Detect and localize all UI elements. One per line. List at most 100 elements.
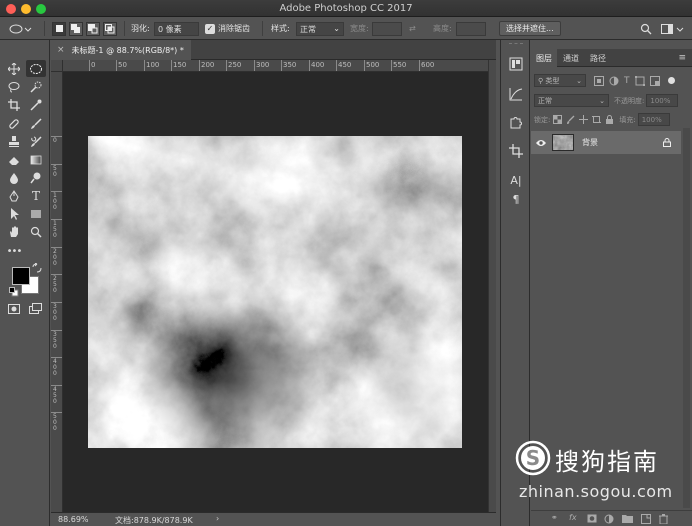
vertical-scrollbar[interactable]	[488, 60, 496, 512]
filter-kind-label-wrap: ⚲ 类型	[538, 76, 559, 86]
status-menu-arrow-icon[interactable]: ›	[216, 514, 219, 523]
layer-name[interactable]: 背景	[582, 137, 598, 148]
paragraph-panel-button[interactable]: ¶	[506, 189, 526, 209]
panel-menu-icon[interactable]: ≡	[678, 53, 686, 63]
new-layer-icon[interactable]	[641, 514, 651, 524]
width-label: 宽度:	[350, 24, 369, 33]
close-tab-icon[interactable]: ×	[57, 45, 65, 55]
opacity-input[interactable]: 100%	[646, 94, 679, 107]
width-input[interactable]	[372, 21, 402, 36]
default-colors-icon[interactable]	[9, 287, 19, 297]
arrow-pointer-icon	[11, 207, 19, 220]
rectangle-tool[interactable]	[26, 205, 46, 222]
tab-paths[interactable]: 路径	[585, 49, 611, 67]
zoom-tool[interactable]	[26, 223, 46, 240]
lock-artboard-icon[interactable]	[592, 115, 602, 124]
add-to-selection-button[interactable]	[69, 21, 83, 36]
filter-pixel-icon[interactable]	[594, 75, 604, 86]
add-mask-icon[interactable]	[587, 514, 597, 523]
ruler-tick-label: 600	[421, 61, 435, 69]
zoom-level[interactable]: 88.69%	[58, 515, 89, 524]
swap-width-height-icon[interactable]: ⇄	[409, 24, 416, 33]
search-icon[interactable]	[640, 23, 652, 35]
move-tool[interactable]	[4, 60, 24, 77]
type-tool[interactable]: T	[26, 187, 46, 204]
crop-icon	[8, 98, 20, 111]
pen-tool[interactable]	[4, 187, 24, 204]
filter-type-icon[interactable]: T	[624, 76, 630, 86]
fx-icon[interactable]: fx	[569, 513, 577, 522]
strip-grip[interactable]	[509, 43, 523, 46]
gradient-tool[interactable]	[26, 151, 46, 168]
hand-tool[interactable]	[4, 223, 24, 240]
intersect-selection-button[interactable]	[103, 21, 117, 36]
tab-layers[interactable]: 图层	[531, 49, 557, 67]
lock-all-icon[interactable]	[605, 115, 614, 124]
document-tab[interactable]: × 未标题-1 @ 88.7%(RGB/8*) *	[51, 40, 191, 60]
elliptical-marquee-tool[interactable]	[26, 60, 46, 77]
rectangle-icon	[31, 209, 41, 218]
brush-tool[interactable]	[26, 115, 46, 132]
link-layers-icon[interactable]: ⚭	[551, 513, 558, 522]
select-and-mask-button[interactable]: 选择并遮住...	[499, 21, 561, 36]
feather-label: 羽化:	[131, 24, 150, 33]
layer-row-background[interactable]: 背景	[531, 131, 681, 154]
lock-transparent-icon[interactable]	[553, 115, 563, 124]
libraries-panel-button[interactable]	[506, 54, 526, 74]
antialias-checkbox-group[interactable]: ✓ 消除锯齿	[205, 21, 250, 36]
new-group-icon[interactable]	[622, 514, 633, 523]
healing-brush-tool[interactable]	[4, 115, 24, 132]
ruler-tick-label: 100	[53, 192, 57, 211]
antialias-checkbox[interactable]: ✓	[205, 23, 215, 34]
canvas-workspace[interactable]	[63, 72, 488, 512]
lock-position-icon[interactable]	[579, 115, 589, 124]
edit-toolbar-button[interactable]: •••	[4, 243, 24, 260]
lasso-tool[interactable]	[4, 78, 24, 95]
tool-preset-picker[interactable]	[8, 21, 32, 36]
filter-toggle-icon[interactable]	[667, 77, 675, 84]
document-canvas[interactable]	[88, 136, 462, 448]
filter-shape-icon[interactable]	[634, 75, 645, 86]
adjustment-layer-icon[interactable]	[604, 514, 614, 524]
layer-filter-kind-select[interactable]: ⚲ 类型 ⌄	[534, 74, 586, 87]
lock-image-icon[interactable]	[566, 115, 575, 124]
crop-panel-button[interactable]	[506, 141, 526, 161]
new-selection-button[interactable]	[52, 21, 66, 36]
clone-stamp-tool[interactable]	[4, 133, 24, 150]
curves-panel-button[interactable]	[506, 84, 526, 104]
dodge-icon	[30, 172, 41, 183]
stamp-icon	[9, 135, 19, 147]
tab-channels[interactable]: 通道	[558, 49, 584, 67]
quick-mask-button[interactable]	[4, 300, 24, 317]
quick-selection-tool[interactable]	[26, 78, 46, 95]
type-t-icon: T	[31, 188, 40, 203]
foreground-color-swatch[interactable]	[12, 267, 30, 285]
layers-scrollbar[interactable]	[683, 128, 690, 508]
visibility-eye-icon[interactable]	[536, 139, 546, 147]
dodge-tool[interactable]	[26, 169, 46, 186]
height-input[interactable]	[456, 21, 486, 36]
swap-colors-icon[interactable]	[32, 262, 42, 273]
vertical-ruler[interactable]: 0 50 100 150 200 250 300 350 400 450 500	[51, 72, 63, 512]
horizontal-ruler[interactable]: 0 50 100 150 200 250 300 350 400 450 500 550 600	[51, 60, 488, 72]
filter-smart-object-icon[interactable]	[649, 75, 660, 86]
crop-tool[interactable]	[4, 96, 24, 113]
blur-tool[interactable]	[4, 169, 24, 186]
eyedropper-tool[interactable]	[26, 96, 46, 113]
workspace-switcher-icon[interactable]	[661, 23, 685, 35]
properties-panel-button[interactable]	[506, 112, 526, 132]
subtract-from-selection-button[interactable]	[86, 21, 100, 36]
ruler-origin[interactable]	[51, 60, 63, 72]
history-brush-tool[interactable]	[26, 133, 46, 150]
style-select[interactable]: 正常 ⌄	[296, 21, 344, 36]
filter-adjustment-icon[interactable]	[609, 76, 619, 86]
path-selection-tool[interactable]	[4, 205, 24, 222]
eraser-tool[interactable]	[4, 151, 24, 168]
fill-input[interactable]: 100%	[637, 113, 670, 126]
blend-mode-select[interactable]: 正常 ⌄	[534, 94, 609, 107]
feather-input[interactable]: 0 像素	[154, 21, 199, 36]
screen-mode-button[interactable]	[26, 300, 46, 317]
character-panel-button[interactable]: A|	[506, 170, 526, 190]
panel-tab-bar: 图层 通道 路径 ≡	[531, 49, 692, 67]
trash-icon[interactable]	[659, 514, 668, 524]
